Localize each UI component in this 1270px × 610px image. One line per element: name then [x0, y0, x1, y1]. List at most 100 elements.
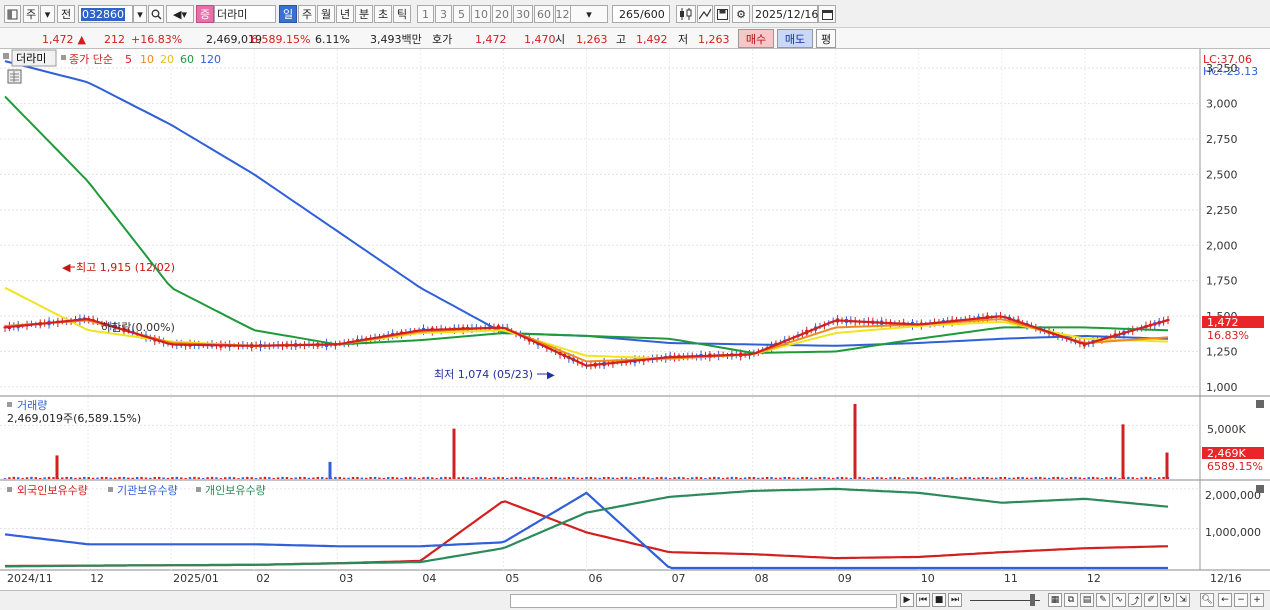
volume-bar: [836, 477, 839, 479]
stock-name-field[interactable]: 더라미: [214, 5, 276, 23]
volume-bar: [1118, 478, 1121, 479]
sound-icon[interactable]: ◀▾: [166, 5, 194, 23]
market-select[interactable]: 주: [23, 5, 39, 23]
zoom-slider-handle[interactable]: [1030, 594, 1035, 606]
volume-bar: [334, 476, 337, 479]
market-type-button[interactable]: 전: [57, 5, 75, 23]
export-icon[interactable]: ⇲: [1176, 593, 1190, 607]
volume-bar: [215, 477, 218, 479]
x-axis-label: 10: [921, 572, 935, 585]
period-tab-5[interactable]: 초: [374, 5, 392, 23]
period-tab-2[interactable]: 월: [317, 5, 335, 23]
chart-area[interactable]: 더라미 종가 단순 5 10 20 60 120 LC:37.06 HC:-23…: [0, 49, 1270, 590]
sell-button[interactable]: 매도: [777, 29, 813, 48]
volume-bar: [880, 477, 883, 479]
volume-bar: [955, 477, 958, 479]
volume-last-pct: 6589.15%: [1207, 460, 1263, 473]
refresh-icon[interactable]: ↻: [1160, 593, 1174, 607]
volume-bar: [990, 477, 993, 479]
volume-bar: [849, 477, 853, 479]
volume-bar: [105, 476, 108, 479]
volume-bar: [757, 477, 760, 479]
count-field[interactable]: 265/600: [612, 5, 670, 23]
close-holdings-panel-icon[interactable]: [1256, 485, 1264, 493]
volume-bar: [197, 477, 201, 479]
period-tab-0[interactable]: 일: [279, 5, 297, 23]
volume-bar: [316, 476, 319, 479]
volume-bar: [1131, 477, 1134, 479]
volume-bar: [783, 476, 786, 479]
code-dropdown-icon[interactable]: ▾: [133, 5, 147, 23]
save-icon[interactable]: [714, 5, 730, 23]
candle-icon[interactable]: [676, 5, 696, 23]
date-field[interactable]: 2025/12/16: [752, 5, 818, 23]
open-price: 1,263: [576, 32, 608, 46]
volume-bar: [735, 477, 738, 479]
volume-bar: [466, 477, 469, 479]
interval-button-60[interactable]: 60: [534, 5, 554, 23]
interval-button-5[interactable]: 5: [453, 5, 470, 23]
panel-handle-icon[interactable]: [3, 53, 9, 59]
calendar-icon[interactable]: [818, 5, 836, 23]
zoom-out-icon[interactable]: −: [1234, 593, 1248, 607]
layout-icon[interactable]: ▦: [1048, 593, 1062, 607]
draw-line-icon[interactable]: [697, 5, 713, 23]
scroll-track[interactable]: [510, 594, 897, 608]
interval-dropdown[interactable]: ▾: [570, 5, 608, 23]
volume-bar: [290, 477, 293, 479]
volume-bar: [83, 476, 86, 479]
volume-bar: [920, 478, 923, 479]
interval-button-10[interactable]: 10: [471, 5, 491, 23]
copy-icon[interactable]: ⧉: [1064, 593, 1078, 607]
interval-button-3[interactable]: 3: [435, 5, 452, 23]
interval-button-20[interactable]: 20: [492, 5, 512, 23]
draw-icon[interactable]: ✐: [1144, 593, 1158, 607]
volume-bar: [417, 477, 421, 479]
volume-bar: [307, 477, 311, 479]
prev-icon[interactable]: ⏮: [916, 593, 930, 607]
volume-bar: [1078, 477, 1082, 479]
volume-bar: [937, 477, 941, 479]
period-tab-4[interactable]: 분: [355, 5, 373, 23]
volume-bar: [906, 477, 910, 479]
scroll-right-icon[interactable]: ▶: [900, 593, 914, 607]
volume-bar: [792, 477, 795, 479]
trend-icon[interactable]: ⤴: [1128, 593, 1142, 607]
volume-bar: [365, 477, 368, 479]
volume-bar: [457, 477, 460, 479]
tool-icon[interactable]: ✎: [1096, 593, 1110, 607]
volume-bar: [122, 476, 126, 479]
zoom-search-icon[interactable]: 🔍︎: [1200, 593, 1214, 607]
bottom-controls: ▶ ⏮ ■ ⏭ ▦ ⧉ ▤ ✎ ∿ ⤴ ✐ ↻ ⇲ 🔍︎ ← − +: [0, 590, 1270, 610]
next-icon[interactable]: ⏭: [948, 593, 962, 607]
wave-icon[interactable]: ∿: [1112, 593, 1126, 607]
avg-button[interactable]: 평: [816, 29, 836, 48]
volume-bar: [840, 476, 844, 479]
stop-icon[interactable]: ■: [932, 593, 946, 607]
grid-icon[interactable]: ▤: [1080, 593, 1094, 607]
dropdown-arrow-icon[interactable]: ▾: [40, 5, 55, 23]
stock-code-input[interactable]: 032860: [78, 5, 133, 23]
buy-button[interactable]: 매수: [738, 29, 774, 48]
table-icon[interactable]: [7, 69, 22, 84]
zoom-in-icon[interactable]: +: [1250, 593, 1264, 607]
search-icon[interactable]: [148, 5, 164, 23]
volume-bar: [268, 477, 271, 479]
interval-button-30[interactable]: 30: [513, 5, 533, 23]
window-icon[interactable]: [4, 5, 21, 23]
volume-bar: [1113, 477, 1117, 479]
legend-institution: 기관보유수량: [117, 484, 178, 497]
volume-bar: [360, 477, 364, 479]
interval-button-1[interactable]: 1: [417, 5, 434, 23]
arrow-left-icon[interactable]: ←: [1218, 593, 1232, 607]
period-tab-6[interactable]: 틱: [393, 5, 411, 23]
volume-bar: [1144, 476, 1148, 479]
close-volume-panel-icon[interactable]: [1256, 400, 1264, 408]
volume-bar: [12, 476, 16, 479]
period-tab-1[interactable]: 주: [298, 5, 316, 23]
gear-icon[interactable]: ⚙: [732, 5, 750, 23]
volume-bar: [475, 477, 478, 479]
volume-bar: [404, 477, 408, 479]
period-tab-3[interactable]: 년: [336, 5, 354, 23]
price-panel-title: 더라미: [16, 52, 46, 65]
